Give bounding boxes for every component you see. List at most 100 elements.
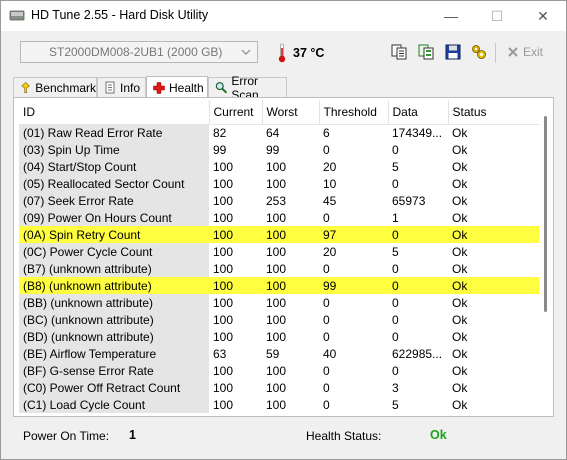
table-row[interactable]: (B7) (unknown attribute) 100 100 0 0 Ok (19, 260, 539, 277)
cell-current: 100 (213, 397, 234, 412)
minimize-icon: — (444, 8, 458, 24)
cell-threshold: 0 (323, 329, 330, 344)
cell-id: (BD) (unknown attribute) (19, 328, 209, 345)
cell-status: Ok (452, 244, 468, 259)
copy-icon[interactable] (390, 43, 408, 61)
info-icon (105, 81, 115, 93)
exit-icon (508, 47, 518, 57)
column-header-worst[interactable]: Worst (262, 100, 320, 125)
cell-current: 100 (213, 210, 234, 225)
cell-worst: 100 (266, 159, 287, 174)
table-row[interactable]: (05) Reallocated Sector Count 100 100 10 0 Ok (19, 175, 539, 192)
cell-status: Ok (452, 261, 468, 276)
table-row[interactable]: (BE) Airflow Temperature 63 59 40 622985... O… (19, 345, 539, 362)
cell-worst: 100 (266, 176, 287, 191)
exit-button[interactable]: Exit (507, 45, 543, 59)
tab-health[interactable]: Health (146, 76, 208, 98)
cell-threshold: 45 (323, 193, 337, 208)
cell-data: 1 (392, 210, 399, 225)
column-header-data[interactable]: Data (388, 100, 449, 125)
minimize-button[interactable]: — (428, 1, 474, 31)
table-row[interactable]: (BB) (unknown attribute) 100 100 0 0 Ok (19, 294, 539, 311)
hard-disk-app-icon (9, 10, 25, 21)
app-window: HD Tune 2.55 - Hard Disk Utility — ☐ ✕ S… (0, 0, 567, 460)
cell-id: (09) Power On Hours Count (19, 209, 209, 226)
cell-current: 100 (213, 176, 234, 191)
tab-error-scan[interactable]: Error Scan (208, 74, 287, 102)
smart-attributes-table[interactable]: ID Current Worst Threshold Data Status (… (19, 100, 539, 416)
cell-data: 5 (392, 244, 399, 259)
column-header-threshold[interactable]: Threshold (319, 100, 389, 125)
cell-data: 0 (392, 329, 399, 344)
table-row[interactable]: (01) Raw Read Error Rate 82 64 6 174349... Ok (19, 124, 539, 141)
cell-id: (BF) G-sense Error Rate (19, 362, 209, 379)
cell-status: Ok (452, 210, 468, 225)
cell-current: 100 (213, 159, 234, 174)
table-row[interactable]: (0C) Power Cycle Count 100 100 20 5 Ok (19, 243, 539, 260)
cell-id: (BC) (unknown attribute) (19, 311, 209, 328)
column-header-id[interactable]: ID (19, 100, 210, 125)
cell-status: Ok (452, 363, 468, 378)
cell-data: 0 (392, 176, 399, 191)
table-row[interactable]: (BC) (unknown attribute) 100 100 0 0 Ok (19, 311, 539, 328)
cell-threshold: 40 (323, 346, 337, 361)
cell-status: Ok (452, 380, 468, 395)
cell-id: (0A) Spin Retry Count (19, 226, 209, 243)
health-panel: ID Current Worst Threshold Data Status (… (13, 97, 554, 417)
table-row[interactable]: (C0) Power Off Retract Count 100 100 0 3 Ok (19, 379, 539, 396)
cell-id: (0C) Power Cycle Count (19, 243, 209, 260)
error-scan-icon (215, 82, 228, 94)
cell-threshold: 0 (323, 142, 330, 157)
vertical-scrollbar[interactable] (544, 116, 547, 312)
tab-benchmark[interactable]: Benchmark (13, 77, 97, 97)
options-icon[interactable] (470, 43, 488, 61)
table-row[interactable]: (09) Power On Hours Count 100 100 0 1 Ok (19, 209, 539, 226)
table-row[interactable]: (04) Start/Stop Count 100 100 20 5 Ok (19, 158, 539, 175)
table-row[interactable]: (03) Spin Up Time 99 99 0 0 Ok (19, 141, 539, 158)
cell-id: (BE) Airflow Temperature (19, 345, 209, 362)
health-status-label: Health Status: (306, 429, 382, 443)
cell-current: 99 (213, 142, 227, 157)
column-header-status[interactable]: Status (448, 100, 539, 125)
copy-all-icon[interactable] (417, 43, 435, 61)
toolbar: ST2000DM008-2UB1 (2000 GB) 37 °C Exit (1, 31, 566, 77)
cell-status: Ok (452, 312, 468, 327)
power-on-time-value: 1 (129, 428, 136, 442)
tab-info[interactable]: Info (97, 77, 146, 97)
health-status-value: Ok (430, 428, 447, 442)
column-header-current[interactable]: Current (209, 100, 263, 125)
maximize-button[interactable]: ☐ (474, 1, 520, 31)
cell-data: 5 (392, 159, 399, 174)
thermometer-icon (278, 43, 286, 63)
cell-data: 0 (392, 312, 399, 327)
cell-data: 5 (392, 397, 399, 412)
table-row[interactable]: (0A) Spin Retry Count 100 100 97 0 Ok (19, 226, 539, 243)
cell-threshold: 0 (323, 312, 330, 327)
drive-select-value: ST2000DM008-2UB1 (2000 GB) (49, 45, 223, 59)
cell-threshold: 10 (323, 176, 337, 191)
save-icon[interactable] (444, 43, 462, 61)
title-bar[interactable]: HD Tune 2.55 - Hard Disk Utility — ☐ ✕ (1, 1, 566, 31)
cell-current: 63 (213, 346, 227, 361)
cell-status: Ok (448, 277, 539, 294)
table-row[interactable]: (B8) (unknown attribute) 100 100 99 0 Ok (19, 277, 539, 294)
cell-id: (C0) Power Off Retract Count (19, 379, 209, 396)
table-row[interactable]: (BF) G-sense Error Rate 100 100 0 0 Ok (19, 362, 539, 379)
cell-data: 622985... (392, 346, 443, 361)
temperature-value: 37 °C (293, 46, 325, 60)
close-button[interactable]: ✕ (520, 1, 566, 31)
cell-id: (C1) Load Cycle Count (19, 396, 209, 413)
exit-label: Exit (523, 45, 544, 59)
maximize-icon: ☐ (490, 7, 504, 24)
cell-status: Ok (452, 125, 468, 140)
cell-worst: 64 (266, 125, 280, 140)
table-row[interactable]: (BD) (unknown attribute) 100 100 0 0 Ok (19, 328, 539, 345)
cell-threshold: 0 (323, 295, 330, 310)
drive-select[interactable]: ST2000DM008-2UB1 (2000 GB) (20, 41, 258, 63)
cell-current: 100 (213, 380, 234, 395)
table-row[interactable]: (07) Seek Error Rate 100 253 45 65973 Ok (19, 192, 539, 209)
cell-threshold: 97 (319, 226, 388, 243)
table-row[interactable]: (C1) Load Cycle Count 100 100 0 5 Ok (19, 396, 539, 413)
table-header-row: ID Current Worst Threshold Data Status (19, 100, 539, 125)
cell-current: 100 (209, 277, 262, 294)
